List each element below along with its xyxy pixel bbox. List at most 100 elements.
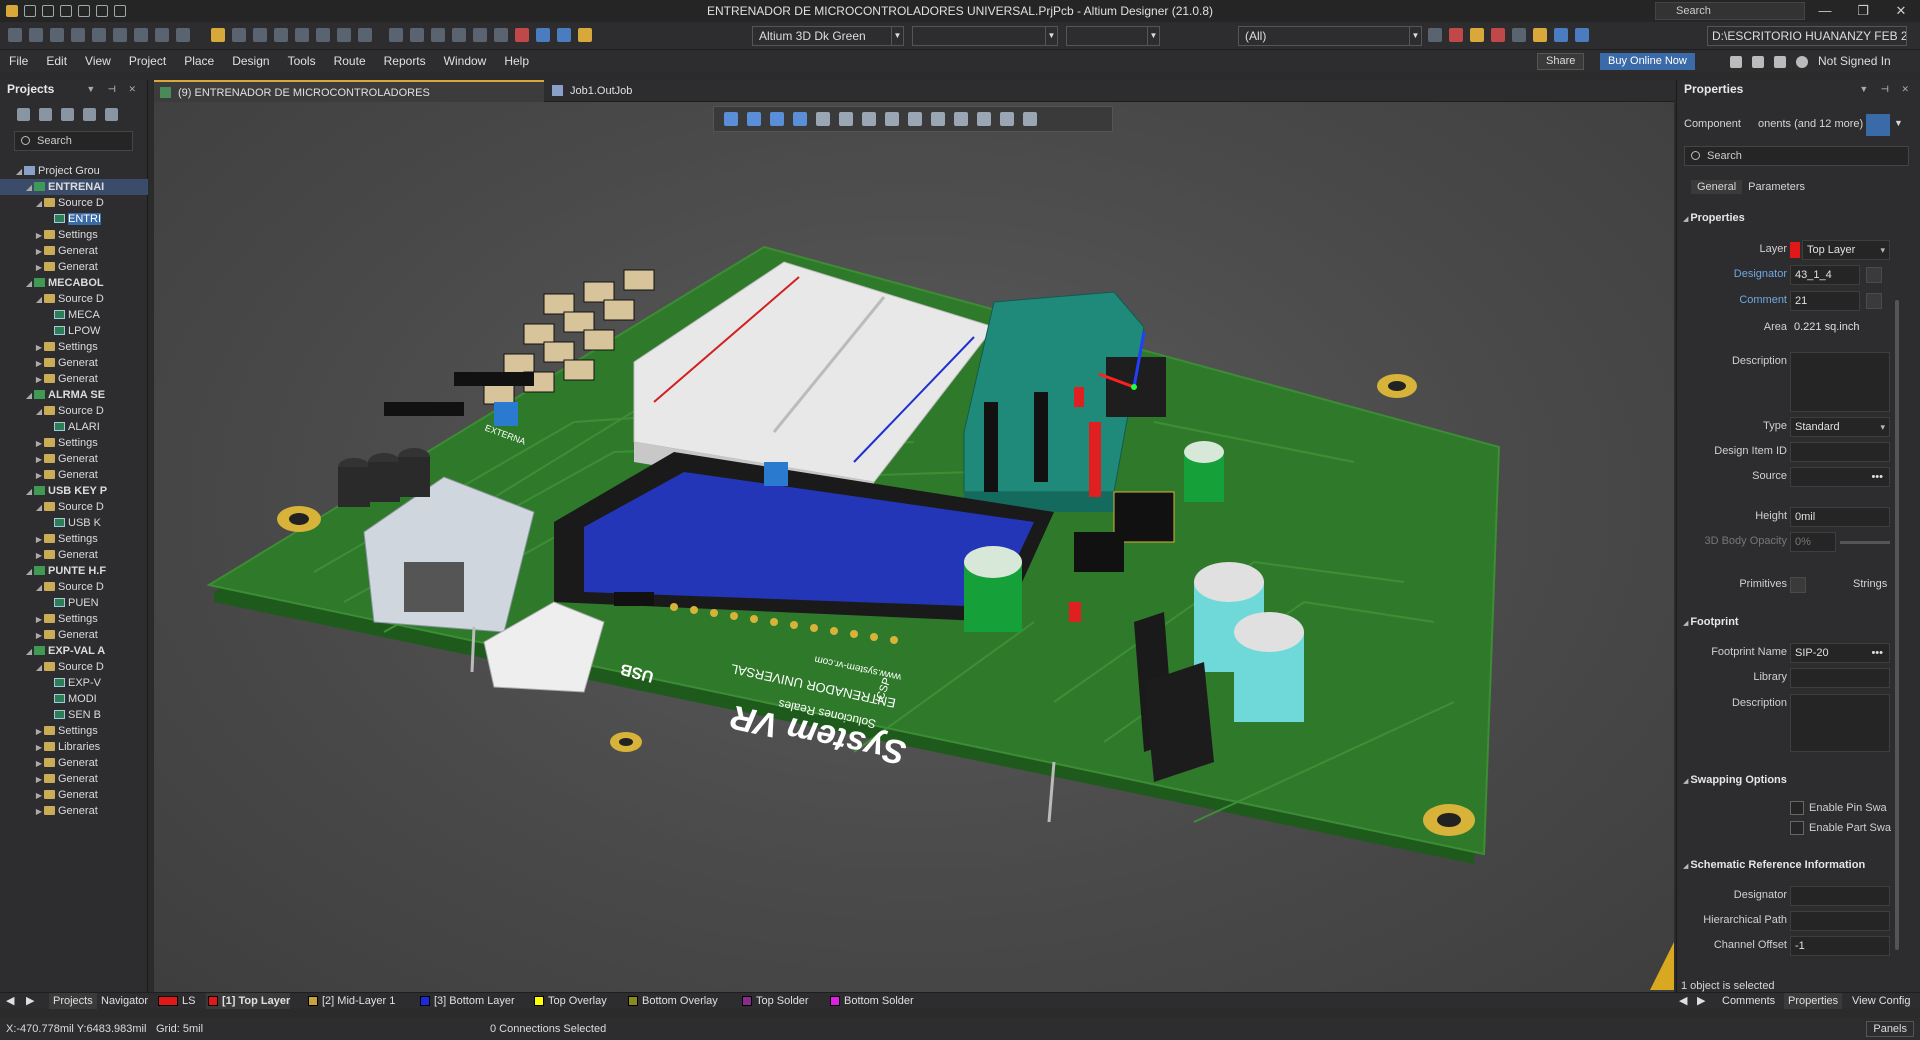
projects-search-input[interactable]: Search [14, 131, 133, 151]
comment-field[interactable]: 21 [1790, 291, 1860, 311]
line-tool-icon[interactable] [1023, 112, 1037, 126]
tree-item[interactable]: ◢ USB KEY P [0, 483, 148, 499]
tree-item[interactable]: ◢ Source D [0, 195, 148, 211]
path-combo[interactable]: D:\ESCRITORIO HUANANZY FEB 20 [1707, 26, 1907, 46]
hier-path-field[interactable] [1790, 911, 1890, 931]
expand-down-icon[interactable]: ◢ [34, 292, 44, 307]
expand-down-icon[interactable]: ◢ [24, 276, 34, 291]
align-icon[interactable] [1512, 28, 1526, 42]
filter-icon[interactable] [724, 112, 738, 126]
properties-search-input[interactable]: Search [1684, 146, 1909, 166]
tree-item[interactable]: PUEN [0, 595, 148, 611]
expand-right-icon[interactable]: ▶ [34, 228, 44, 243]
section-footprint[interactable]: Footprint [1683, 616, 1738, 628]
user-icon[interactable] [1796, 55, 1808, 68]
tab-outjob[interactable]: Job1.OutJob [546, 80, 656, 102]
hide-designator-icon[interactable] [1866, 267, 1882, 283]
undo-toolbar-icon[interactable] [536, 28, 550, 42]
tree-item[interactable]: ◢ ENTRENAI [0, 179, 148, 195]
menu-tools[interactable]: Tools [279, 50, 325, 72]
channel-offset-field[interactable]: -1 [1790, 936, 1890, 956]
design-item-field[interactable] [1790, 442, 1890, 462]
open-project-icon[interactable] [78, 5, 90, 17]
tree-item[interactable]: ▶ Settings [0, 611, 148, 627]
tree-item[interactable]: ▶ Settings [0, 339, 148, 355]
menu-file[interactable]: File [0, 50, 37, 72]
footprint-name-field[interactable]: SIP-20 ••• [1790, 643, 1890, 663]
library-field[interactable] [1790, 668, 1890, 688]
close-button[interactable]: ✕ [1882, 0, 1920, 22]
expand-right-icon[interactable]: ▶ [34, 612, 44, 627]
tree-item[interactable]: ◢ Source D [0, 403, 148, 419]
opacity-field[interactable]: 0% [1790, 532, 1836, 552]
tree-item[interactable]: ▶ Generat [0, 755, 148, 771]
save-doc-icon[interactable] [232, 28, 246, 42]
print-preview-icon[interactable] [274, 28, 288, 42]
filter-toggle-icon[interactable] [1866, 114, 1890, 136]
menu-window[interactable]: Window [435, 50, 496, 72]
expand-right-icon[interactable]: ▶ [34, 436, 44, 451]
tree-item[interactable]: MECA [0, 307, 148, 323]
chevron-down-icon[interactable]: ▼ [1894, 118, 1903, 128]
expand-right-icon[interactable]: ▶ [34, 468, 44, 483]
filter-all-select[interactable]: (All) ▼ [1238, 26, 1422, 46]
tab-properties[interactable]: Properties [1784, 993, 1843, 1009]
clear-filter-icon[interactable] [515, 28, 529, 42]
settings-icon[interactable] [105, 108, 118, 121]
layer-tab[interactable]: Bottom Solder [828, 993, 914, 1009]
user-status[interactable]: Not Signed In [1818, 53, 1891, 70]
close-project-icon[interactable] [83, 108, 96, 121]
tab-view-config[interactable]: View Config [1852, 993, 1911, 1009]
tree-item[interactable]: EXP-V [0, 675, 148, 691]
share-button[interactable]: Share [1537, 53, 1585, 70]
keepout-icon[interactable] [954, 112, 968, 126]
expand-right-icon[interactable]: ▶ [34, 772, 44, 787]
tree-item[interactable]: ENTRI [0, 211, 148, 227]
highlight-icon[interactable] [578, 28, 592, 42]
menu-help[interactable]: Help [495, 50, 538, 72]
layer-tab[interactable]: [2] Mid-Layer 1 [306, 993, 395, 1009]
save-all-icon[interactable] [42, 5, 54, 17]
expand-down-icon[interactable]: ◢ [24, 388, 34, 403]
print-icon[interactable] [253, 28, 267, 42]
expand-right-icon[interactable]: ▶ [34, 628, 44, 643]
design-rule-icon[interactable] [1491, 28, 1505, 42]
tree-item[interactable]: ◢ Source D [0, 579, 148, 595]
compile-icon[interactable] [39, 108, 52, 121]
layer-select[interactable]: Top Layer [1802, 240, 1890, 260]
pcb-3d-view[interactable]: System VR Soluciones Reales ENTRENADOR U… [154, 102, 1674, 992]
expand-right-icon[interactable]: ▶ [34, 260, 44, 275]
global-search-input[interactable]: Search [1655, 2, 1805, 20]
expand-right-icon[interactable]: ▶ [34, 244, 44, 259]
tree-item[interactable]: ▶ Settings [0, 531, 148, 547]
expand-right-icon[interactable]: ▶ [34, 452, 44, 467]
expand-down-icon[interactable]: ◢ [34, 196, 44, 211]
minimize-button[interactable]: — [1806, 0, 1844, 22]
expand-down-icon[interactable]: ◢ [34, 404, 44, 419]
expand-right-icon[interactable]: ▶ [34, 740, 44, 755]
notifications-icon[interactable] [1774, 55, 1786, 68]
tree-item[interactable]: ▶ Settings [0, 227, 148, 243]
cut-icon[interactable] [389, 28, 403, 42]
lock-primitives-icon[interactable] [1790, 577, 1806, 593]
expand-down-icon[interactable]: ◢ [24, 484, 34, 499]
tree-item[interactable]: ▶ Settings [0, 723, 148, 739]
view-config-select[interactable]: Altium 3D Dk Green ▼ [752, 26, 904, 46]
expand-right-icon[interactable]: ▶ [34, 724, 44, 739]
expand-down-icon[interactable]: ◢ [24, 180, 34, 195]
footprint-more-button[interactable]: ••• [1871, 644, 1883, 662]
menu-edit[interactable]: Edit [37, 50, 76, 72]
text-tool-icon[interactable] [1000, 112, 1014, 126]
maximize-button[interactable]: ❐ [1844, 0, 1882, 22]
scroll-left-icon[interactable]: ◀ [1679, 993, 1687, 1009]
select-rect-icon[interactable] [793, 112, 807, 126]
select-area-icon[interactable] [473, 28, 487, 42]
scroll-right-icon[interactable]: ▶ [1697, 993, 1705, 1009]
paste-icon[interactable] [431, 28, 445, 42]
tree-item[interactable]: ▶ Generat [0, 243, 148, 259]
place-pad-icon[interactable] [770, 112, 784, 126]
layer-set-select[interactable]: ▼ [912, 26, 1058, 46]
menu-design[interactable]: Design [223, 50, 278, 72]
menu-project[interactable]: Project [120, 50, 175, 72]
expand-right-icon[interactable]: ▶ [34, 788, 44, 803]
